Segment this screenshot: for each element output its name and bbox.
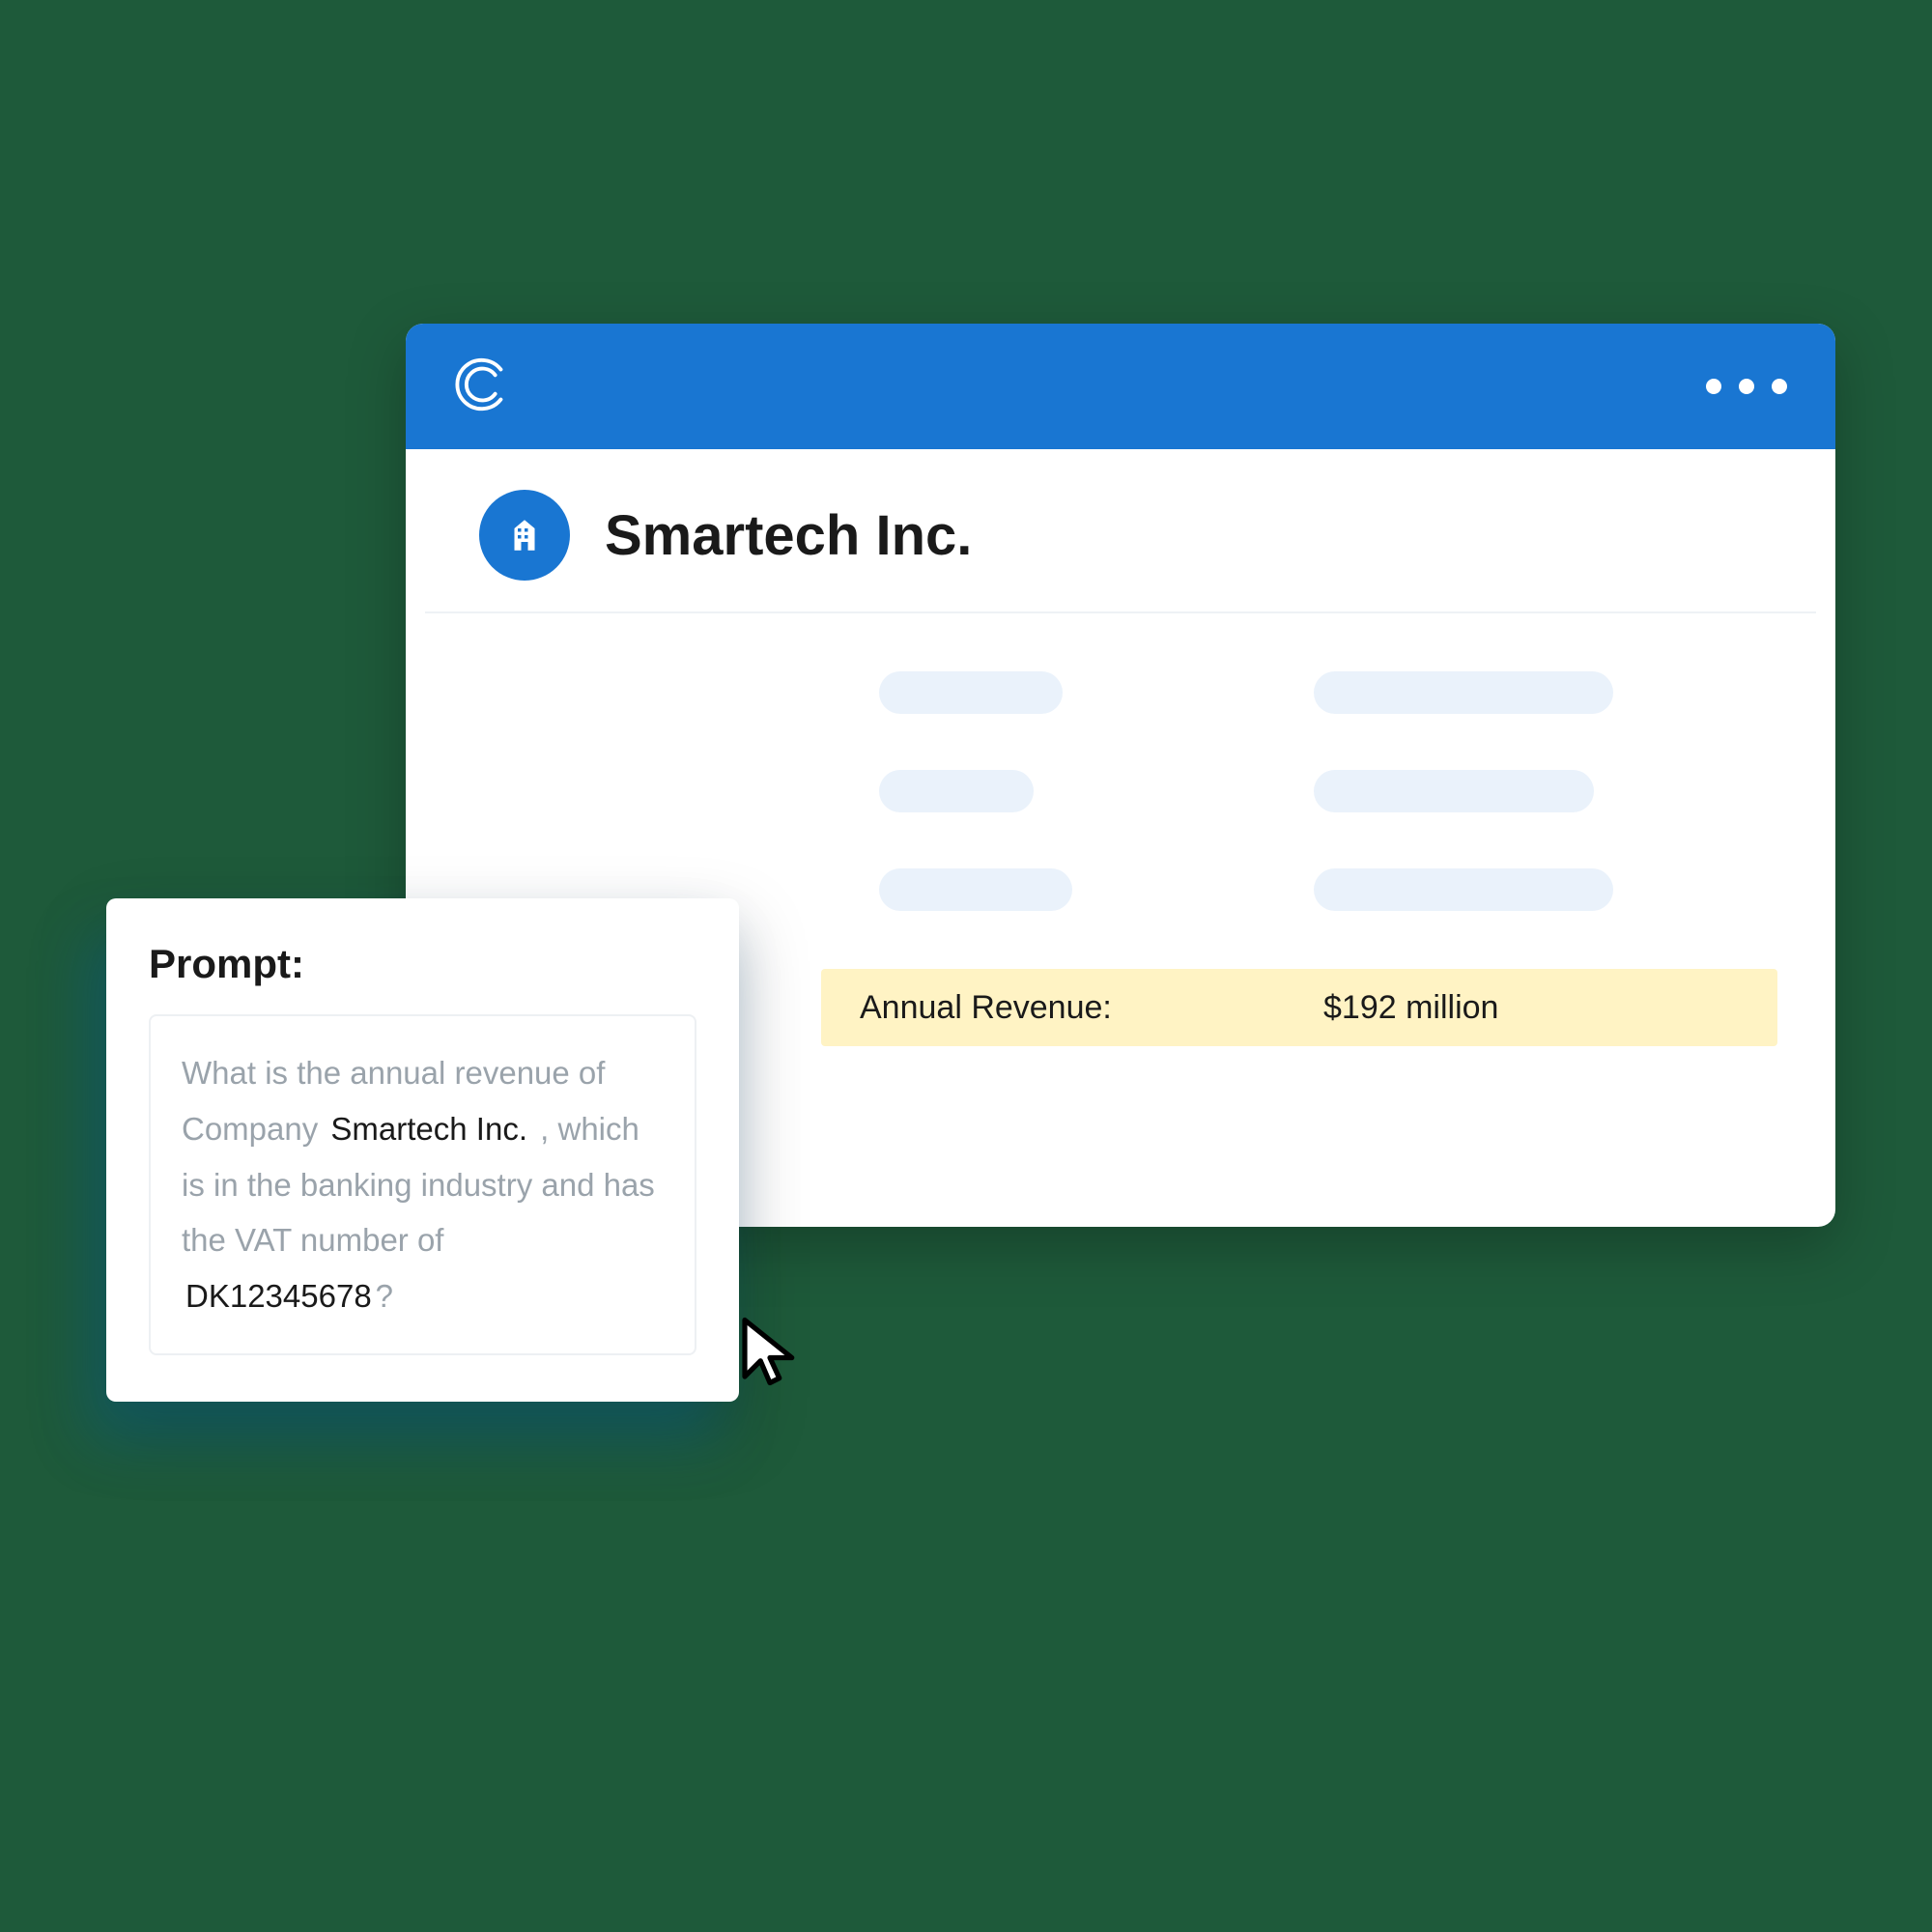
company-header: Smartech Inc. bbox=[425, 449, 1816, 613]
cursor-icon bbox=[732, 1314, 808, 1394]
prompt-text-3: ? bbox=[376, 1278, 393, 1314]
placeholder-right-column bbox=[1314, 671, 1613, 911]
detail-body: Annual Revenue: $192 million bbox=[406, 613, 1835, 710]
annual-revenue-label: Annual Revenue: bbox=[860, 989, 1112, 1027]
window-controls[interactable] bbox=[1706, 379, 1787, 394]
brand-logo-icon bbox=[454, 355, 514, 419]
placeholder-field bbox=[879, 671, 1063, 714]
prompt-title: Prompt: bbox=[149, 941, 696, 987]
prompt-var-company: Smartech Inc. bbox=[327, 1111, 531, 1147]
prompt-var-vat: DK12345678 bbox=[182, 1278, 376, 1314]
annual-revenue-value: $192 million bbox=[1323, 989, 1498, 1027]
placeholder-value bbox=[1314, 868, 1613, 911]
annual-revenue-row: Annual Revenue: $192 million bbox=[821, 969, 1777, 1046]
window-dot-icon bbox=[1772, 379, 1787, 394]
prompt-card: Prompt: What is the annual revenue of Co… bbox=[106, 898, 739, 1402]
placeholder-left-column bbox=[879, 671, 1072, 911]
titlebar bbox=[406, 324, 1835, 449]
window-dot-icon bbox=[1739, 379, 1754, 394]
company-building-icon bbox=[479, 490, 570, 581]
placeholder-field bbox=[879, 868, 1072, 911]
window-dot-icon bbox=[1706, 379, 1721, 394]
prompt-body[interactable]: What is the annual revenue of Company Sm… bbox=[149, 1014, 696, 1355]
placeholder-value bbox=[1314, 671, 1613, 714]
placeholder-field bbox=[879, 770, 1034, 812]
company-name: Smartech Inc. bbox=[605, 503, 972, 568]
placeholder-value bbox=[1314, 770, 1594, 812]
